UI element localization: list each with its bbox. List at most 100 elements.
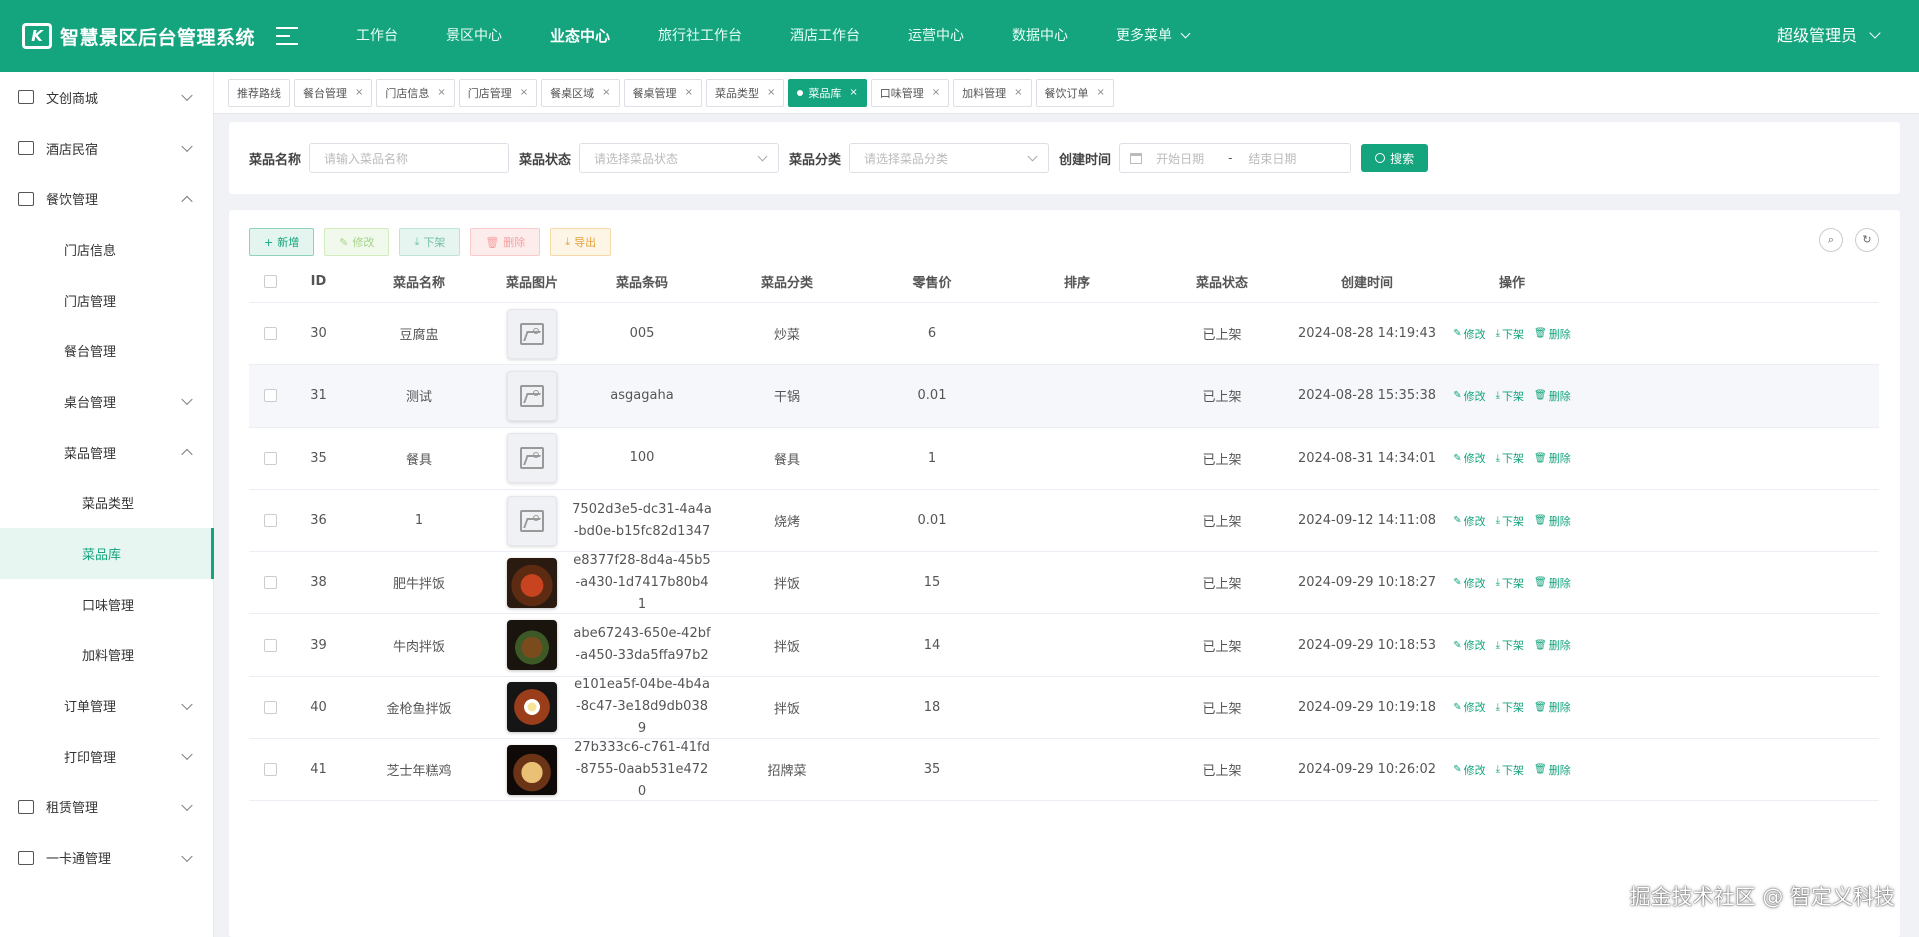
row-unlist-button[interactable]: ⤓ 下架: [1496, 637, 1524, 653]
sidebar-item-2[interactable]: 餐饮管理: [0, 173, 213, 224]
nav-scenic-center[interactable]: 景区中心: [422, 0, 526, 72]
row-edit-button[interactable]: ✎ 修改: [1453, 762, 1485, 778]
table-row[interactable]: 31 测试 asgagaha 干锅 0.01 已上架 2024-08-28 15:35:38…: [249, 365, 1879, 428]
sidebar-item-12[interactable]: 订单管理: [0, 680, 213, 731]
app-logo[interactable]: K 智慧景区后台管理系统: [22, 23, 262, 50]
tab-5[interactable]: 餐桌管理 ×: [623, 78, 702, 107]
delete-button[interactable]: 🗑 删除: [470, 228, 541, 256]
name-input[interactable]: 请输入菜品名称: [309, 143, 510, 173]
tab-1[interactable]: 餐台管理 ×: [294, 78, 373, 107]
tab-3[interactable]: 门店管理 ×: [458, 78, 538, 107]
row-edit-button[interactable]: ✎ 修改: [1453, 699, 1485, 715]
close-icon[interactable]: ×: [437, 87, 445, 98]
row-checkbox[interactable]: [249, 615, 291, 676]
date-range-picker[interactable]: 开始日期 - 结束日期: [1119, 143, 1352, 173]
table-row[interactable]: 36 1 7502d3e5-dc31-4a4a-bd0e-b15fc82d1347 烧…: [249, 490, 1879, 553]
tab-10[interactable]: 餐饮订单 ×: [1035, 78, 1114, 107]
sidebar-item-0[interactable]: 文创商城: [0, 72, 213, 123]
sidebar-item-4[interactable]: 门店管理: [0, 275, 213, 326]
close-icon[interactable]: ×: [355, 87, 363, 98]
row-unlist-button[interactable]: ⤓ 下架: [1496, 513, 1524, 529]
close-icon[interactable]: ×: [849, 87, 857, 98]
row-delete-button[interactable]: 🗑 删除: [1534, 388, 1571, 404]
table-row[interactable]: 39 牛肉拌饭 abe67243-650e-42bf-a450-33da5ffa97…: [249, 615, 1879, 677]
row-edit-button[interactable]: ✎ 修改: [1453, 575, 1485, 591]
row-checkbox[interactable]: [249, 365, 291, 426]
nav-operations[interactable]: 运营中心: [884, 0, 988, 72]
sidebar-item-6[interactable]: 桌台管理: [0, 376, 213, 427]
sidebar-item-3[interactable]: 门店信息: [0, 224, 213, 275]
table-row[interactable]: 41 芝士年糕鸡 27b333c6-c761-41fd-8755-0aab531e4…: [249, 739, 1879, 802]
sidebar-item-11[interactable]: 加料管理: [0, 630, 213, 681]
table-row[interactable]: 35 餐具 100 餐具 1 已上架 2024-08-31 14:34:01 ✎ 修改 ⤓ 下架 🗑 删…: [249, 428, 1879, 490]
row-edit-button[interactable]: ✎ 修改: [1453, 450, 1485, 466]
dish-image[interactable]: [492, 552, 572, 613]
row-delete-button[interactable]: 🗑 删除: [1534, 699, 1571, 715]
row-checkbox[interactable]: [249, 303, 291, 364]
row-unlist-button[interactable]: ⤓ 下架: [1496, 326, 1524, 342]
row-unlist-button[interactable]: ⤓ 下架: [1496, 762, 1524, 778]
sidebar-item-10[interactable]: 口味管理: [0, 579, 213, 630]
sidebar-item-14[interactable]: 租赁管理: [0, 782, 213, 833]
nav-more-menu[interactable]: 更多菜单: [1092, 0, 1213, 72]
menu-toggle-icon[interactable]: [276, 27, 298, 45]
category-select[interactable]: 请选择菜品分类: [849, 143, 1050, 173]
nav-travel-agency[interactable]: 旅行社工作台: [634, 0, 766, 72]
edit-button[interactable]: ✎ 修改: [324, 228, 390, 256]
row-checkbox[interactable]: [249, 739, 291, 800]
tab-8[interactable]: 口味管理 ×: [870, 78, 950, 107]
close-icon[interactable]: ×: [685, 87, 693, 98]
dish-image[interactable]: [492, 428, 572, 489]
row-checkbox[interactable]: [249, 428, 291, 489]
row-delete-button[interactable]: 🗑 删除: [1534, 637, 1571, 653]
tab-6[interactable]: 菜品类型 ×: [705, 78, 785, 107]
nav-data-center[interactable]: 数据中心: [988, 0, 1092, 72]
row-checkbox[interactable]: [249, 490, 291, 551]
sidebar-item-1[interactable]: 酒店民宿: [0, 123, 213, 174]
dish-image[interactable]: [492, 490, 572, 551]
row-delete-button[interactable]: 🗑 删除: [1534, 326, 1571, 342]
close-icon[interactable]: ×: [932, 87, 940, 98]
tab-2[interactable]: 门店信息 ×: [376, 78, 455, 107]
row-unlist-button[interactable]: ⤓ 下架: [1496, 388, 1524, 404]
add-button[interactable]: + 新增: [249, 228, 315, 256]
dish-image[interactable]: [492, 739, 572, 800]
nav-hotel-workbench[interactable]: 酒店工作台: [766, 0, 884, 72]
dish-image[interactable]: [492, 365, 572, 426]
sidebar-item-15[interactable]: 一卡通管理: [0, 832, 213, 883]
row-unlist-button[interactable]: ⤓ 下架: [1496, 699, 1524, 715]
table-row[interactable]: 38 肥牛拌饭 e8377f28-8d4a-45b5-a430-1d7417b80b…: [249, 552, 1879, 615]
close-icon[interactable]: ×: [1097, 87, 1105, 98]
row-unlist-button[interactable]: ⤓ 下架: [1496, 575, 1524, 591]
row-edit-button[interactable]: ✎ 修改: [1453, 326, 1485, 342]
row-checkbox[interactable]: [249, 677, 291, 738]
row-edit-button[interactable]: ✎ 修改: [1453, 388, 1485, 404]
dish-image[interactable]: [492, 677, 572, 738]
search-toggle-icon[interactable]: ⌕: [1819, 228, 1843, 252]
sidebar-item-13[interactable]: 打印管理: [0, 731, 213, 782]
select-all-checkbox[interactable]: [249, 260, 291, 302]
dish-image[interactable]: [492, 615, 572, 676]
nav-workbench[interactable]: 工作台: [332, 0, 422, 72]
close-icon[interactable]: ×: [520, 87, 528, 98]
row-delete-button[interactable]: 🗑 删除: [1534, 513, 1571, 529]
table-row[interactable]: 40 金枪鱼拌饭 e101ea5f-04be-4b4a-8c47-3e18d9db0…: [249, 677, 1879, 740]
row-edit-button[interactable]: ✎ 修改: [1453, 637, 1485, 653]
nav-business-center[interactable]: 业态中心: [526, 0, 634, 72]
tab-4[interactable]: 餐桌区域 ×: [541, 78, 620, 107]
sidebar-item-7[interactable]: 菜品管理: [0, 427, 213, 478]
sidebar-item-8[interactable]: 菜品类型: [0, 478, 213, 529]
search-button[interactable]: 搜索: [1361, 144, 1429, 172]
dish-image[interactable]: [492, 303, 572, 364]
refresh-icon[interactable]: ↻: [1855, 228, 1879, 252]
row-delete-button[interactable]: 🗑 删除: [1534, 575, 1571, 591]
row-delete-button[interactable]: 🗑 删除: [1534, 762, 1571, 778]
close-icon[interactable]: ×: [767, 87, 775, 98]
close-icon[interactable]: ×: [1014, 87, 1022, 98]
tab-0[interactable]: 推荐路线: [228, 78, 290, 107]
sidebar-item-5[interactable]: 餐台管理: [0, 325, 213, 376]
close-icon[interactable]: ×: [602, 87, 610, 98]
sidebar-item-9[interactable]: 菜品库: [0, 528, 214, 579]
status-select[interactable]: 请选择菜品状态: [579, 143, 780, 173]
export-button[interactable]: ⤓ 导出: [550, 228, 612, 256]
